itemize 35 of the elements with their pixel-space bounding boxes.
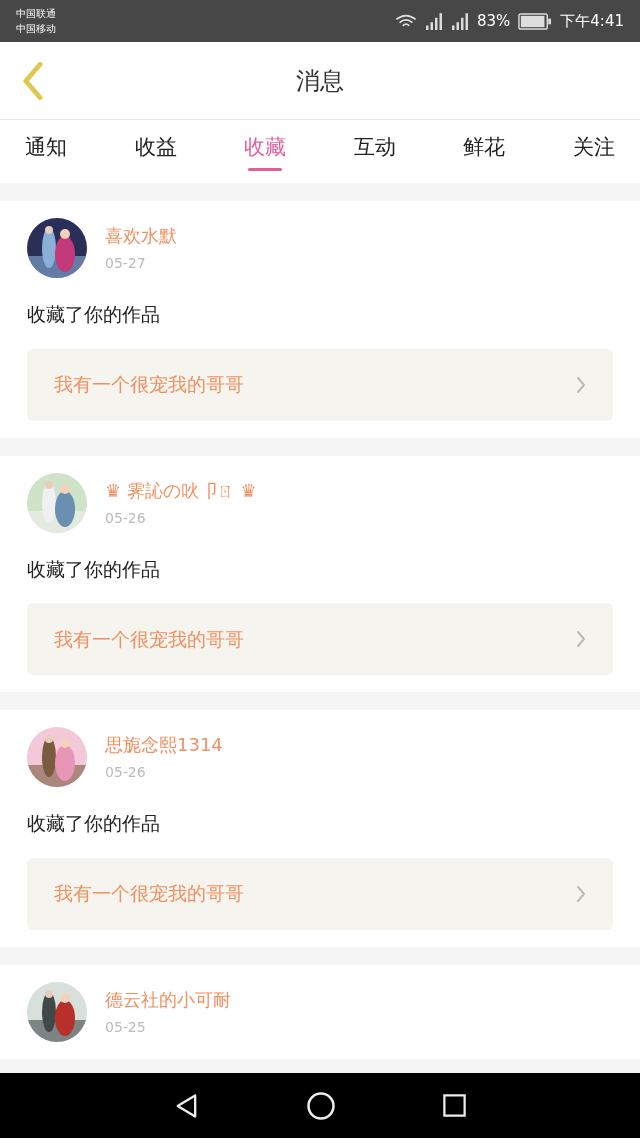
tab[interactable]: 收藏 — [233, 120, 298, 183]
recents-nav-icon[interactable] — [440, 1092, 468, 1119]
tab[interactable]: 鲜花 — [452, 120, 517, 183]
message-date: 05-26 — [105, 508, 147, 528]
carrier-name: 中国移动 — [16, 22, 56, 36]
battery-icon — [518, 12, 553, 30]
user-name[interactable]: ♛ 霁訫の吙卩ㄖ ♛ — [105, 476, 257, 504]
message-date: 05-26 — [105, 763, 147, 782]
clock-time: 下午4:41 — [560, 10, 624, 32]
work-link[interactable]: 我有一个很宠我的哥哥 — [27, 603, 613, 675]
message-text: 收藏了你的作品 — [27, 811, 161, 836]
work-link[interactable]: 我有一个很宠我的哥哥 — [27, 348, 613, 421]
page-title: 消息 — [296, 65, 344, 97]
message-date: 05-27 — [105, 254, 147, 273]
user-name[interactable]: 德云社的小可耐 — [105, 985, 231, 1013]
chevron-right-icon — [576, 375, 586, 394]
tab[interactable]: 收益 — [123, 120, 188, 183]
message-text: 收藏了你的作品 — [27, 556, 161, 582]
carrier-name: 中国联通 — [16, 7, 56, 21]
user-name[interactable]: 喜欢水默 — [105, 222, 177, 249]
chevron-right-icon — [576, 884, 586, 903]
message-date: 05-25 — [105, 1017, 147, 1037]
tab[interactable]: 互动 — [342, 120, 407, 183]
signal-icon — [424, 12, 443, 30]
message-text: 收藏了你的作品 — [27, 302, 161, 327]
chevron-right-icon — [576, 630, 586, 648]
tab[interactable]: 关注 — [561, 120, 626, 183]
battery-percent: 83% — [476, 10, 511, 32]
home-nav-icon[interactable] — [305, 1090, 336, 1121]
back-icon — [21, 60, 45, 101]
user-name[interactable]: 思旎念熙1314 — [105, 731, 223, 758]
wifi-icon — [394, 13, 417, 29]
work-link[interactable]: 我有一个很宠我的哥哥 — [27, 857, 613, 930]
signal-icon — [450, 12, 469, 30]
tab[interactable]: 通知 — [14, 120, 78, 183]
